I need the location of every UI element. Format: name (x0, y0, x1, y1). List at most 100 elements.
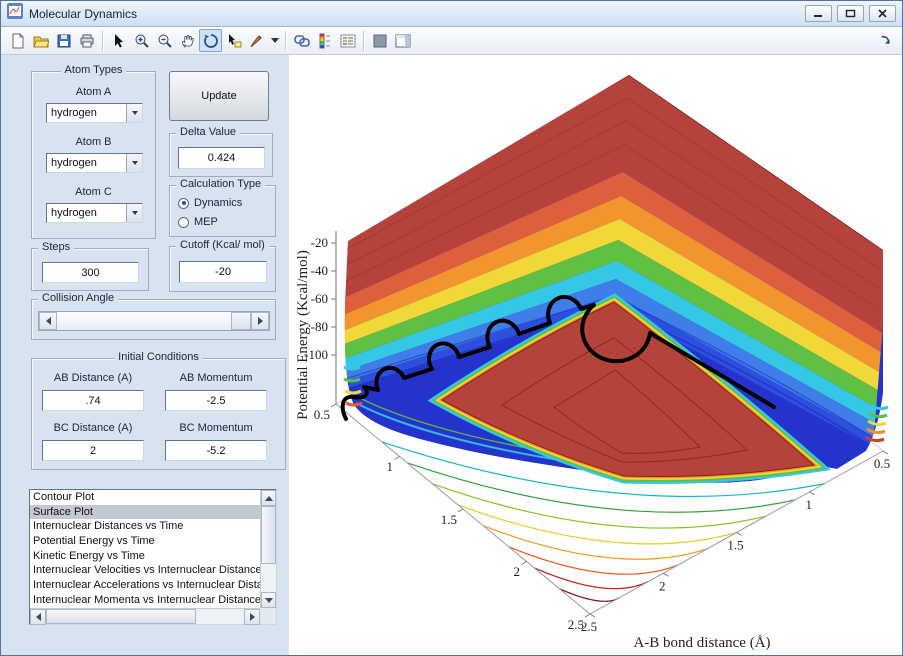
brush-button[interactable] (245, 29, 268, 52)
vertical-scrollbar[interactable] (260, 490, 276, 608)
show-plot-tools-icon (395, 33, 411, 49)
list-item[interactable]: Internuclear Velocities vs Internuclear … (30, 563, 260, 578)
close-button[interactable] (869, 5, 896, 22)
slider-trough[interactable] (57, 312, 251, 330)
panel-title: Collision Angle (38, 292, 118, 304)
update-button[interactable]: Update (169, 71, 269, 121)
figure-content: -20 -40 -60 -80 -100 0.5 1 1.5 2 2.5 0.5 (1, 55, 902, 655)
edit-plot-button[interactable] (107, 29, 130, 52)
scroll-left-button[interactable] (30, 609, 46, 625)
title-bar[interactable]: Molecular Dynamics (1, 1, 902, 27)
rotate-3d-icon (203, 33, 219, 49)
zoom-out-button[interactable] (153, 29, 176, 52)
surface-plot[interactable]: -20 -40 -60 -80 -100 0.5 1 1.5 2 2.5 0.5 (292, 55, 903, 656)
slider-thumb[interactable] (231, 312, 251, 330)
atom-c-dropdown[interactable]: hydrogen (46, 203, 143, 223)
scrollbar-trough[interactable] (196, 609, 244, 624)
atom-a-value: hydrogen (47, 104, 126, 122)
bc-distance-field[interactable] (42, 440, 144, 461)
ab-momentum-field[interactable] (165, 390, 267, 411)
dock-figure-button[interactable] (874, 29, 897, 52)
list-item[interactable]: Kinetic Energy vs Time (30, 549, 260, 564)
open-folder-icon (33, 33, 49, 49)
ab-distance-field[interactable] (42, 390, 144, 411)
panel-title: Cutoff (Kcal/ mol) (176, 239, 269, 251)
scrollbar-thumb[interactable] (46, 609, 196, 624)
x-tick: 0.5 (874, 456, 890, 471)
maximize-button[interactable] (837, 5, 864, 22)
panel-title: Calculation Type (176, 178, 265, 190)
toolbar (1, 27, 902, 55)
new-figure-button[interactable] (6, 29, 29, 52)
x-tick: 1 (806, 497, 813, 512)
bc-momentum-field[interactable] (165, 440, 267, 461)
z-axis-label: Potential Energy (Kcal/mol) (295, 250, 311, 420)
list-item[interactable]: Surface Plot (30, 505, 260, 520)
data-cursor-button[interactable] (222, 29, 245, 52)
list-item[interactable]: Contour Plot (30, 490, 260, 505)
slider-left-button[interactable] (39, 312, 57, 330)
initial-conditions-panel: Initial Conditions AB Distance (A) AB Mo… (31, 358, 286, 470)
collision-angle-slider[interactable] (38, 311, 270, 331)
list-item[interactable]: Potential Energy vs Time (30, 534, 260, 549)
legend-icon (340, 33, 356, 49)
x-tick: 2 (659, 578, 666, 593)
save-icon (56, 33, 72, 49)
delta-value-field[interactable] (178, 147, 265, 169)
scroll-up-button[interactable] (261, 490, 276, 506)
maximize-icon (845, 9, 856, 18)
slider-right-button[interactable] (251, 312, 269, 330)
list-item[interactable]: Internuclear Distances vs Time (30, 519, 260, 534)
z-tick: -20 (311, 235, 328, 250)
ab-distance-label: AB Distance (A) (42, 372, 144, 384)
y-tick: 0.5 (314, 407, 330, 422)
minimize-icon (813, 9, 824, 18)
list-item[interactable]: Internuclear Accelerations vs Internucle… (30, 578, 260, 593)
radio-label: MEP (194, 216, 218, 228)
scroll-right-button[interactable] (244, 609, 260, 625)
rotate-3d-button[interactable] (199, 29, 222, 52)
hide-plot-tools-button[interactable] (368, 29, 391, 52)
ab-momentum-label: AB Momentum (165, 372, 267, 384)
scrollbar-thumb[interactable] (261, 506, 276, 564)
insert-legend-button[interactable] (336, 29, 359, 52)
show-plot-tools-button[interactable] (391, 29, 414, 52)
print-icon (79, 33, 95, 49)
calculation-type-panel: Calculation Type Dynamics MEP (169, 185, 276, 237)
dropdown-button[interactable] (126, 154, 142, 172)
dropdown-button[interactable] (126, 204, 142, 222)
new-file-icon (10, 33, 26, 49)
zoom-in-icon (134, 33, 150, 49)
list-item[interactable]: Internuclear Momenta vs Internuclear Dis… (30, 593, 260, 608)
save-button[interactable] (52, 29, 75, 52)
toolbar-separator (363, 31, 364, 51)
print-button[interactable] (75, 29, 98, 52)
brush-dropdown-button[interactable] (268, 29, 281, 52)
minimize-button[interactable] (805, 5, 832, 22)
toolbar-separator (285, 31, 286, 51)
z-tick: -40 (311, 263, 328, 278)
open-file-button[interactable] (29, 29, 52, 52)
edit-plot-arrow-icon (111, 33, 127, 49)
app-window: Molecular Dynamics (0, 0, 903, 656)
bc-momentum-label: BC Momentum (165, 422, 267, 434)
atom-c-label: Atom C (32, 186, 155, 198)
atom-b-dropdown[interactable]: hydrogen (46, 153, 143, 173)
link-plot-button[interactable] (290, 29, 313, 52)
chevron-down-icon (271, 38, 279, 43)
steps-field[interactable] (42, 262, 139, 283)
scrollbar-corner (260, 608, 276, 624)
plot-type-listbox[interactable]: Contour Plot Surface Plot Internuclear D… (29, 489, 277, 625)
radio-mep[interactable]: MEP (178, 216, 218, 228)
arrow-left-icon (46, 317, 51, 325)
radio-dynamics[interactable]: Dynamics (178, 197, 242, 209)
y-tick: 1 (387, 459, 394, 474)
dropdown-button[interactable] (126, 104, 142, 122)
cutoff-field[interactable] (179, 261, 267, 283)
horizontal-scrollbar[interactable] (30, 608, 260, 624)
pan-button[interactable] (176, 29, 199, 52)
insert-colorbar-button[interactable] (313, 29, 336, 52)
atom-a-dropdown[interactable]: hydrogen (46, 103, 143, 123)
zoom-in-button[interactable] (130, 29, 153, 52)
scroll-down-button[interactable] (261, 592, 276, 608)
